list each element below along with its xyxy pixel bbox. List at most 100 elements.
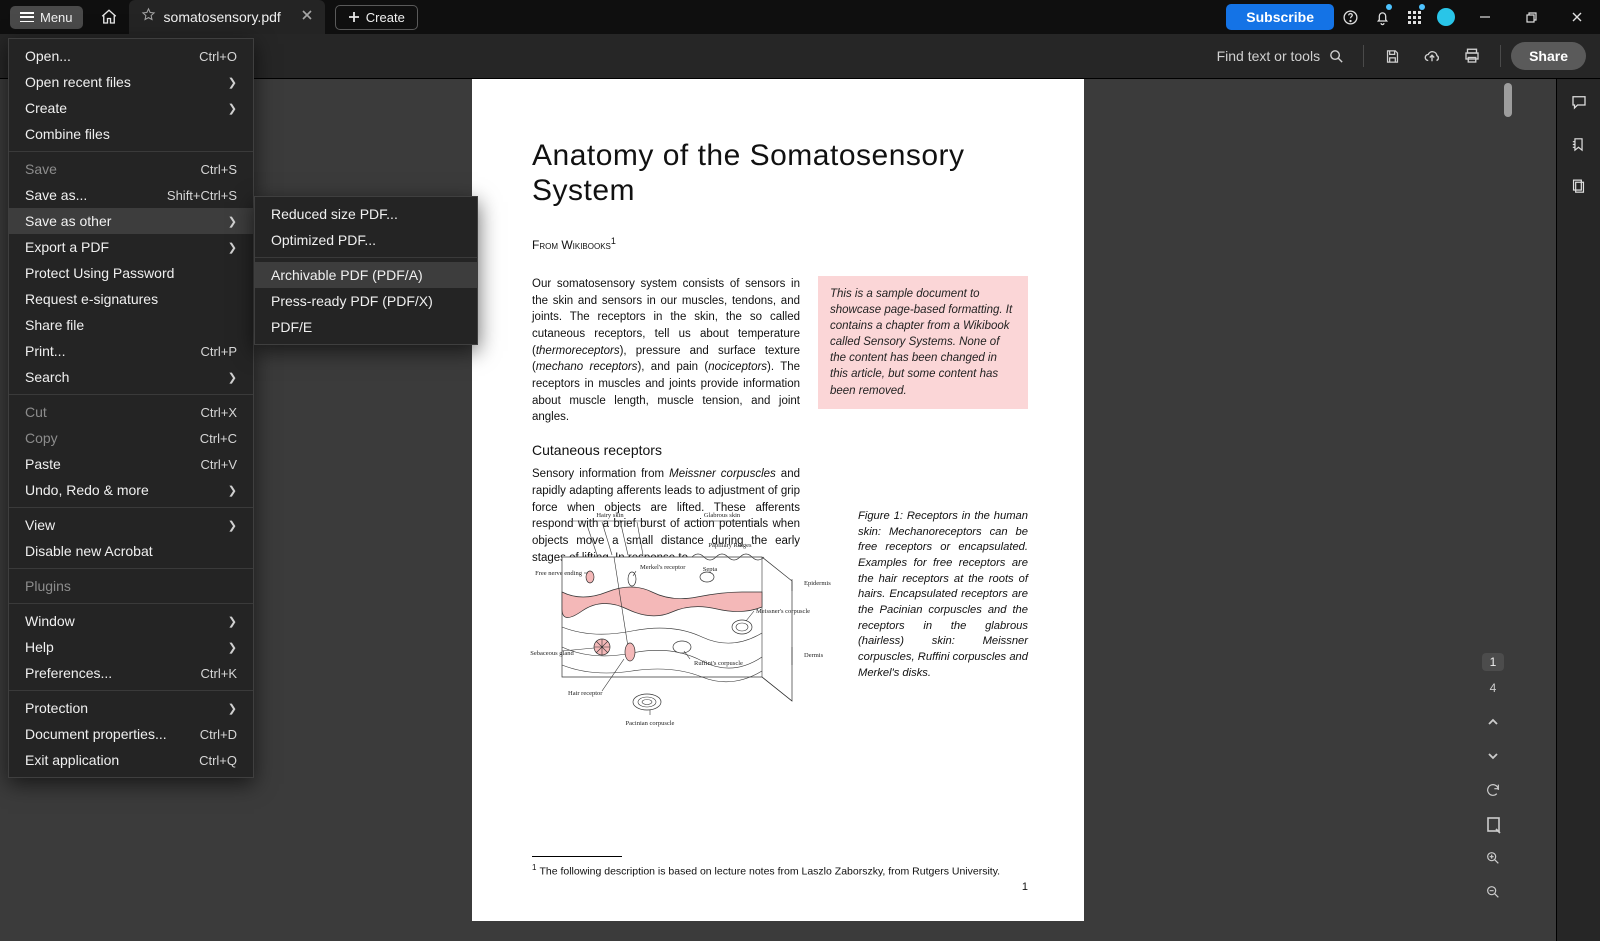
close-window-button[interactable] — [1554, 0, 1600, 34]
print-icon — [1463, 47, 1481, 65]
menu-item[interactable]: PasteCtrl+V — [9, 451, 253, 477]
menu-item[interactable]: Share file — [9, 312, 253, 338]
save-as-other-submenu: Reduced size PDF...Optimized PDF... Archi… — [254, 196, 478, 345]
menu-item[interactable]: Window❯ — [9, 608, 253, 634]
svg-text:Papillary Ridges: Papillary Ridges — [708, 542, 752, 549]
menu-item: Plugins — [9, 573, 253, 599]
minimize-button[interactable] — [1462, 0, 1508, 34]
menu-item[interactable]: Search❯ — [9, 364, 253, 390]
minimize-icon — [1479, 11, 1491, 23]
doc-title: Anatomy of the Somatosensory System — [532, 139, 1028, 208]
star-icon[interactable] — [141, 7, 156, 27]
chevron-right-icon: ❯ — [228, 241, 237, 254]
menu-item[interactable]: Open...Ctrl+O — [9, 43, 253, 69]
maximize-button[interactable] — [1508, 0, 1554, 34]
thumbnails-panel-button[interactable] — [1557, 167, 1600, 205]
tab-close-button[interactable] — [301, 8, 313, 26]
current-page-badge[interactable]: 1 — [1482, 653, 1505, 671]
footnote: 1The following description is based on l… — [532, 863, 1000, 878]
menu-item[interactable]: Save as other❯ — [9, 208, 253, 234]
menu-item[interactable]: Disable new Acrobat — [9, 538, 253, 564]
menu-item[interactable]: Save as...Shift+Ctrl+S — [9, 182, 253, 208]
apps-button[interactable] — [1398, 0, 1430, 34]
close-icon — [301, 9, 313, 21]
menu-item[interactable]: Export a PDF❯ — [9, 234, 253, 260]
rotate-icon — [1485, 782, 1501, 798]
save-button[interactable] — [1374, 40, 1410, 72]
menu-item[interactable]: Help❯ — [9, 634, 253, 660]
page-number: 1 — [1022, 881, 1028, 893]
help-button[interactable] — [1334, 0, 1366, 34]
menu-item[interactable]: Optimized PDF... — [255, 227, 477, 253]
menu-item[interactable]: Open recent files❯ — [9, 69, 253, 95]
menu-item[interactable]: Archivable PDF (PDF/A) — [255, 262, 477, 288]
zoom-out-icon — [1485, 884, 1501, 900]
menu-item[interactable]: Protection❯ — [9, 695, 253, 721]
cloud-upload-icon — [1423, 47, 1441, 65]
avatar-button[interactable] — [1430, 0, 1462, 34]
doc-subtitle: From Wikibooks1 — [532, 236, 1028, 252]
menu-item[interactable]: Press-ready PDF (PDF/X) — [255, 288, 477, 314]
bookmark-icon — [1570, 136, 1587, 153]
menu-item[interactable]: Document properties...Ctrl+D — [9, 721, 253, 747]
callout-box: This is a sample document to showcase pa… — [818, 276, 1028, 409]
menu-button[interactable]: Menu — [10, 6, 83, 29]
tab-title: somatosensory.pdf — [164, 9, 281, 25]
apps-icon — [1407, 10, 1422, 25]
save-icon — [1384, 48, 1401, 65]
home-button[interactable] — [99, 7, 119, 27]
menu-item: CopyCtrl+C — [9, 425, 253, 451]
bookmarks-panel-button[interactable] — [1557, 125, 1600, 163]
subscribe-button[interactable]: Subscribe — [1226, 4, 1334, 30]
svg-text:Glabrous skin: Glabrous skin — [704, 512, 741, 519]
pdf-page: Anatomy of the Somatosensory System From… — [472, 79, 1084, 921]
bell-icon — [1374, 9, 1391, 26]
help-icon — [1342, 9, 1359, 26]
share-button[interactable]: Share — [1511, 42, 1586, 70]
chevron-right-icon: ❯ — [228, 371, 237, 384]
comments-panel-button[interactable] — [1557, 83, 1600, 121]
notifications-button[interactable] — [1366, 0, 1398, 34]
menu-item[interactable]: Reduced size PDF... — [255, 201, 477, 227]
page-fit-icon — [1486, 816, 1501, 833]
chevron-right-icon: ❯ — [228, 215, 237, 228]
menu-item[interactable]: Create❯ — [9, 95, 253, 121]
close-icon — [1571, 11, 1583, 23]
chevron-up-icon — [1487, 718, 1499, 726]
menu-item: CutCtrl+X — [9, 399, 253, 425]
svg-text:Dermis: Dermis — [804, 652, 824, 659]
figure-caption: Figure 1: Receptors in the human skin: M… — [858, 509, 1028, 681]
svg-text:Meissner's corpuscle: Meissner's corpuscle — [756, 608, 810, 615]
menu-item[interactable]: Request e-signatures — [9, 286, 253, 312]
menu-item[interactable]: View❯ — [9, 512, 253, 538]
menu-item[interactable]: Exit applicationCtrl+Q — [9, 747, 253, 773]
chevron-right-icon: ❯ — [228, 615, 237, 628]
chevron-right-icon: ❯ — [228, 76, 237, 89]
svg-text:Epidermis: Epidermis — [804, 580, 831, 587]
menu-item[interactable]: Combine files — [9, 121, 253, 147]
menu-item[interactable]: Protect Using Password — [9, 260, 253, 286]
hamburger-icon — [20, 12, 34, 22]
menu-item[interactable]: Print...Ctrl+P — [9, 338, 253, 364]
menu-button-label: Menu — [40, 10, 73, 25]
svg-text:Hair receptor: Hair receptor — [568, 690, 603, 697]
vertical-scrollbar[interactable] — [1502, 79, 1512, 941]
find-input[interactable]: Find text or tools — [1217, 48, 1346, 65]
home-icon — [100, 8, 118, 26]
menu-item[interactable]: Undo, Redo & more❯ — [9, 477, 253, 503]
svg-text:Ruffini's corpuscle: Ruffini's corpuscle — [694, 660, 743, 667]
svg-text:Free nerve ending: Free nerve ending — [535, 570, 583, 577]
print-button[interactable] — [1454, 40, 1490, 72]
chevron-right-icon: ❯ — [228, 102, 237, 115]
create-label: Create — [366, 10, 405, 25]
avatar-icon — [1437, 8, 1455, 26]
find-placeholder: Find text or tools — [1217, 48, 1321, 64]
menu-item[interactable]: Preferences...Ctrl+K — [9, 660, 253, 686]
document-tab[interactable]: somatosensory.pdf — [129, 0, 325, 34]
create-button[interactable]: Create — [335, 5, 418, 30]
maximize-icon — [1526, 12, 1537, 23]
svg-text:Hairy skin: Hairy skin — [596, 512, 624, 519]
menu-item[interactable]: PDF/E — [255, 314, 477, 340]
upload-button[interactable] — [1414, 40, 1450, 72]
svg-text:Septa: Septa — [703, 566, 718, 573]
